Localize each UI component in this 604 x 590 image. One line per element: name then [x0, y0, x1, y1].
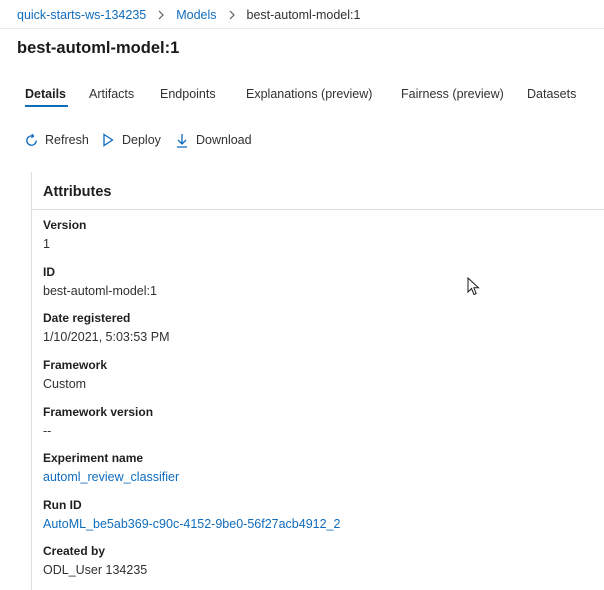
attr-label: Date registered [43, 311, 131, 325]
attr-value: -- [43, 424, 52, 438]
attr-label: ID [43, 265, 55, 279]
chevron-right-icon [157, 10, 165, 20]
attr-created-by: Created by ODL_User 134235 [43, 544, 147, 578]
attributes-divider [32, 209, 604, 210]
refresh-button[interactable]: Refresh [23, 132, 89, 148]
attr-label: Framework [43, 358, 108, 372]
attr-label: Framework version [43, 405, 154, 419]
attr-framework-version: Framework version -- [43, 405, 153, 439]
breadcrumb-models-link[interactable]: Models [176, 8, 216, 22]
refresh-label: Refresh [45, 133, 89, 147]
attr-label: Created by [43, 544, 106, 558]
active-tab-indicator [25, 105, 68, 107]
command-bar: Refresh Deploy Download [0, 130, 604, 152]
attributes-card: Attributes Version 1 ID best-automl-mode… [31, 172, 604, 590]
attr-value: 1/10/2021, 5:03:53 PM [43, 330, 170, 344]
download-label: Download [196, 133, 252, 147]
experiment-name-link[interactable]: automl_review_classifier [43, 469, 179, 485]
attr-version: Version 1 [43, 218, 86, 252]
breadcrumb: quick-starts-ws-134235 Models best-autom… [17, 6, 360, 24]
download-icon [174, 132, 190, 148]
tab-bar: Details Artifacts Endpoints Explanations… [0, 80, 604, 108]
header-divider [0, 28, 604, 29]
page-title: best-automl-model:1 [17, 39, 180, 57]
attr-date-registered: Date registered 1/10/2021, 5:03:53 PM [43, 311, 169, 345]
attr-value: best-automl-model:1 [43, 284, 157, 298]
attr-value: 1 [43, 237, 50, 251]
attr-label: Version [43, 218, 87, 232]
play-icon [100, 132, 116, 148]
tab-explanations[interactable]: Explanations (preview) [246, 87, 372, 101]
chevron-right-icon [228, 10, 236, 20]
mouse-cursor-icon [467, 276, 481, 302]
attr-id: ID best-automl-model:1 [43, 265, 157, 299]
tab-datasets[interactable]: Datasets [527, 87, 576, 101]
attr-value: Custom [43, 377, 87, 391]
deploy-label: Deploy [122, 133, 161, 147]
download-button[interactable]: Download [174, 132, 252, 148]
refresh-icon [23, 132, 39, 148]
attr-label: Experiment name [43, 451, 144, 465]
attr-value: ODL_User 134235 [43, 563, 148, 577]
attr-label: Run ID [43, 498, 82, 512]
attr-experiment-name: Experiment name automl_review_classifier [43, 451, 179, 485]
breadcrumb-current: best-automl-model:1 [246, 8, 361, 22]
tab-fairness[interactable]: Fairness (preview) [401, 87, 504, 101]
run-id-link[interactable]: AutoML_be5ab369-c90c-4152-9be0-56f27acb4… [43, 516, 340, 532]
attr-framework: Framework Custom [43, 358, 107, 392]
tab-endpoints[interactable]: Endpoints [160, 87, 216, 101]
deploy-button[interactable]: Deploy [100, 132, 161, 148]
tab-artifacts[interactable]: Artifacts [89, 87, 134, 101]
attr-run-id: Run ID AutoML_be5ab369-c90c-4152-9be0-56… [43, 498, 340, 532]
attributes-heading: Attributes [43, 184, 112, 200]
tab-details[interactable]: Details [25, 87, 66, 101]
breadcrumb-workspace-link[interactable]: quick-starts-ws-134235 [17, 8, 146, 22]
